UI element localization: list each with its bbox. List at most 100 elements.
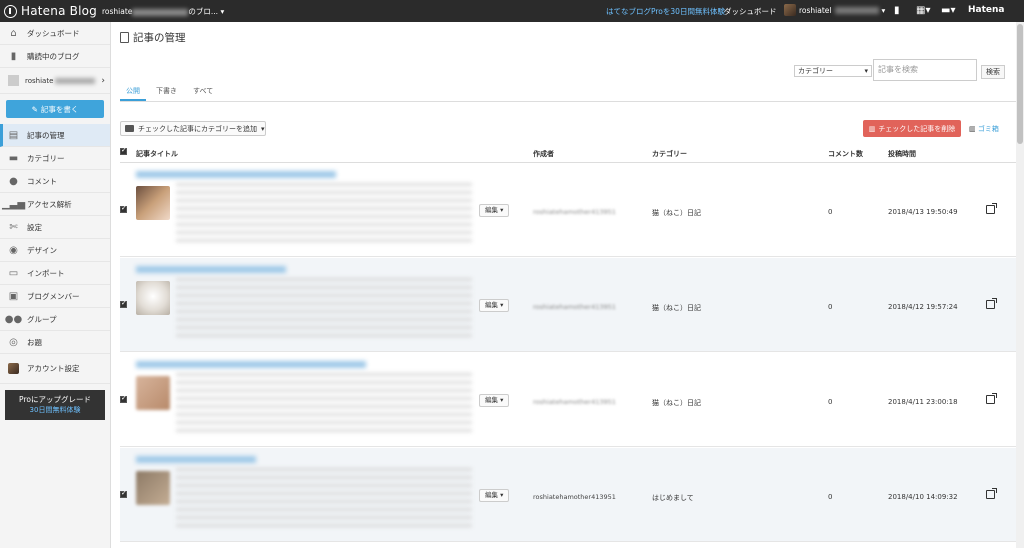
tab-published[interactable]: 公開: [120, 86, 146, 101]
scrollbar-thumb[interactable]: [1017, 24, 1023, 144]
delete-checked-button[interactable]: ▥ チェックした記事を削除: [863, 120, 961, 137]
top-bar: Hatena Blog roshiate のブロ... ▾ はてなブログProを3…: [0, 0, 1024, 22]
user-menu[interactable]: roshiatel ▾: [784, 4, 885, 16]
sidebar-item-label: カテゴリー: [27, 153, 65, 163]
wrench-icon: ✄: [9, 221, 18, 233]
sidebar-item-label: グループ: [27, 314, 57, 324]
category: はじめまして: [652, 494, 694, 502]
external-link-icon[interactable]: [986, 393, 997, 404]
page-title: 記事の管理: [120, 30, 186, 45]
sidebar-item-dashboard[interactable]: ⌂ ダッシュボード: [0, 22, 110, 45]
dashboard-link[interactable]: ダッシュボード: [724, 6, 777, 17]
posted-time: 2018/4/13 19:50:49: [888, 208, 958, 216]
search-button[interactable]: 検索: [981, 65, 1005, 79]
external-link-icon[interactable]: [986, 488, 997, 499]
comment-count: 0: [828, 208, 833, 216]
folder-icon: ▬: [8, 152, 19, 164]
hatena-link[interactable]: Hatena: [968, 5, 1005, 15]
grid-menu-icon[interactable]: ▦▾: [916, 5, 930, 16]
sidebar-item-odai[interactable]: ◎ お題: [0, 331, 110, 354]
trash-icon: ▥: [868, 124, 876, 133]
comment-icon: ●: [9, 175, 18, 187]
members-icon: ▣: [8, 290, 19, 302]
row-checkbox[interactable]: [120, 394, 127, 403]
chevron-right-icon: ›: [101, 75, 105, 86]
main-content: 記事の管理 カテゴリー 記事を検索 検索 公開 下書き すべて チェックした記事…: [112, 22, 1016, 548]
avatar: [8, 363, 19, 374]
column-title: 記事タイトル: [136, 150, 178, 158]
trash-link[interactable]: ▥ ゴミ箱: [969, 124, 999, 134]
blog-selector[interactable]: roshiate のブロ... ▾: [102, 6, 224, 17]
pencil-icon: ✎: [31, 104, 38, 114]
palette-icon: ◉: [9, 244, 18, 256]
posted-time: 2018/4/11 23:00:18: [888, 398, 958, 406]
select-all-checkbox[interactable]: [120, 146, 127, 155]
author: roshiatehamother413951: [533, 208, 616, 216]
blog-thumbnail: [8, 75, 19, 86]
page-title-text: 記事の管理: [133, 32, 186, 44]
edit-button[interactable]: 編集 ▾: [479, 394, 509, 407]
odai-icon: ◎: [9, 336, 18, 348]
notification-icon[interactable]: ▬▾: [941, 5, 955, 16]
edit-button[interactable]: 編集 ▾: [479, 204, 509, 217]
table-row: 編集 ▾ roshiatehamother413951 はじめまして 0 201…: [120, 448, 1016, 542]
avatar: [784, 4, 796, 16]
sidebar-item-group[interactable]: ●● グループ: [0, 308, 110, 331]
sidebar-item-design[interactable]: ◉ デザイン: [0, 239, 110, 262]
search-input[interactable]: 記事を検索: [873, 59, 977, 81]
edit-label: 編集: [485, 301, 498, 309]
article-title-link[interactable]: [136, 171, 336, 178]
external-link-icon[interactable]: [986, 203, 997, 214]
sidebar-item-manage-articles[interactable]: ▤ 記事の管理: [0, 124, 110, 147]
blog-selector-suffix: のブロ...: [188, 7, 219, 16]
column-comments: コメント数: [828, 150, 863, 158]
sidebar-item-label: 記事の管理: [27, 130, 65, 140]
article-excerpt: [176, 468, 472, 532]
sidebar-item-label: アカウント設定: [27, 364, 80, 373]
sidebar-item-settings[interactable]: ✄ 設定: [0, 216, 110, 239]
sidebar-item-account[interactable]: アカウント設定: [0, 354, 110, 384]
pro-trial-link[interactable]: はてなブログProを30日間無料体験: [606, 6, 725, 17]
upgrade-subtitle: 30日間無料体験: [29, 406, 81, 414]
tab-drafts[interactable]: 下書き: [150, 86, 183, 101]
bookmark-icon[interactable]: ▮: [894, 5, 900, 16]
row-checkbox[interactable]: [120, 489, 127, 498]
sidebar-item-comments[interactable]: ● コメント: [0, 170, 110, 193]
chevron-down-icon: ▾: [881, 5, 886, 15]
category-filter-select[interactable]: カテゴリー: [794, 65, 872, 77]
article-thumbnail: [136, 281, 170, 315]
row-checkbox[interactable]: [120, 204, 127, 213]
write-article-button[interactable]: ✎ 記事を書く: [6, 100, 104, 118]
posted-time: 2018/4/12 19:57:24: [888, 303, 958, 311]
vertical-scrollbar[interactable]: [1016, 22, 1024, 548]
user-name: roshiatel: [799, 5, 832, 15]
sidebar-item-category[interactable]: ▬ カテゴリー: [0, 147, 110, 170]
add-category-button[interactable]: チェックした記事にカテゴリーを追加 ▾: [120, 121, 266, 136]
row-checkbox[interactable]: [120, 299, 127, 308]
write-article-label: 記事を書く: [40, 104, 79, 114]
document-icon: [120, 32, 129, 43]
article-title-link[interactable]: [136, 361, 366, 368]
sidebar-item-label: 設定: [27, 222, 42, 232]
sidebar-item-analytics[interactable]: ▁▃▅ アクセス解析: [0, 193, 110, 216]
hatena-blog-logo[interactable]: Hatena Blog: [4, 3, 97, 19]
tab-all[interactable]: すべて: [187, 86, 219, 101]
trash-icon: ▥: [969, 125, 976, 133]
sidebar-item-subscriptions[interactable]: ▮ 購読中のブログ: [0, 45, 110, 68]
sidebar-blog-selector[interactable]: roshiate ›: [0, 68, 110, 94]
edit-button[interactable]: 編集 ▾: [479, 299, 509, 312]
table-row: 編集 ▾ roshiatehamother413951 猫（ねこ）日記 0 20…: [120, 353, 1016, 447]
sidebar-item-label: アクセス解析: [27, 199, 72, 209]
sidebar-item-label: お題: [27, 337, 42, 347]
sidebar-item-blog-members[interactable]: ▣ ブログメンバー: [0, 285, 110, 308]
author: roshiatehamother413951: [533, 303, 616, 311]
chevron-down-icon: ▾: [261, 124, 265, 133]
upgrade-pro-banner[interactable]: Proにアップグレード 30日間無料体験: [5, 390, 105, 420]
folder-icon: [125, 125, 134, 132]
external-link-icon[interactable]: [986, 298, 997, 309]
edit-button[interactable]: 編集 ▾: [479, 489, 509, 502]
column-posted: 投稿時間: [888, 150, 916, 158]
article-title-link[interactable]: [136, 456, 256, 463]
sidebar-item-import[interactable]: ▭ インポート: [0, 262, 110, 285]
article-title-link[interactable]: [136, 266, 286, 273]
